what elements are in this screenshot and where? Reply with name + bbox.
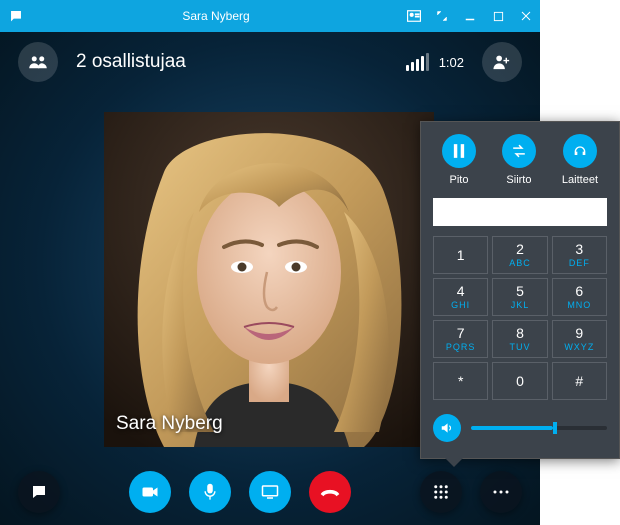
dialpad-key-5[interactable]: 5 JKL [492,278,547,316]
devices-label: Laitteet [562,174,598,186]
dialpad-grid: 1 2 ABC 3 DEF 4 GHI 5 JKL 6 MNO 7 PQRS 8 TUV 9 WXYZ * 0 # [421,236,619,400]
call-controls [0,471,540,513]
dialpad-key-num: * [458,374,463,388]
hangup-button[interactable] [309,471,351,513]
close-button[interactable] [512,0,540,32]
dialpad-key-letters: WXYZ [564,342,594,352]
dialpad-key-num: 8 [516,326,524,340]
dialpad-key-2[interactable]: 2 ABC [492,236,547,274]
dialpad-key-letters: ABC [509,258,531,268]
add-participant-button[interactable] [482,42,522,82]
window-title: Sara Nyberg [32,9,400,23]
dialpad-key-num: 9 [575,326,583,340]
chat-button[interactable] [18,471,60,513]
call-duration: 1:02 [439,55,464,70]
dialpad-key-7[interactable]: 7 PQRS [433,320,488,358]
dialpad-panel: Pito Siirto Laitteet 1 2 ABC 3 DEF 4 GHI 5 JKL 6 M… [420,121,620,459]
participants-count-label: 2 osallistujaa [76,51,186,73]
pause-icon [442,134,476,168]
share-screen-button[interactable] [249,471,291,513]
dialpad-key-9[interactable]: 9 WXYZ [552,320,607,358]
participants-button[interactable] [18,42,58,82]
video-feed: Sara Nyberg [104,112,434,447]
hold-button[interactable]: Pito [442,134,476,186]
video-toggle-button[interactable] [129,471,171,513]
dialpad-key-letters: DEF [569,258,590,268]
dialpad-input[interactable] [433,198,607,226]
dialpad-key-num: 0 [516,374,524,388]
dialpad-key-num: 7 [457,326,465,340]
window-titlebar: Sara Nyberg [0,0,540,32]
dialpad-key-0[interactable]: 0 [492,362,547,400]
volume-button[interactable] [433,414,461,442]
dialpad-key-letters: JKL [511,300,530,310]
fullscreen-icon[interactable] [428,0,456,32]
transfer-icon [502,134,536,168]
volume-slider[interactable] [471,426,607,430]
dialpad-key-num: 5 [516,284,524,298]
dialpad-key-letters: PQRS [446,342,476,352]
dialpad-key-#[interactable]: # [552,362,607,400]
dialpad-key-1[interactable]: 1 [433,236,488,274]
dialpad-key-num: # [575,374,583,388]
dialpad-key-letters: TUV [509,342,530,352]
chat-bubble-icon [0,9,32,23]
dialpad-key-6[interactable]: 6 MNO [552,278,607,316]
more-options-button[interactable] [480,471,522,513]
dialpad-key-num: 3 [575,242,583,256]
dialpad-key-num: 1 [457,248,465,262]
dialpad-key-3[interactable]: 3 DEF [552,236,607,274]
call-topbar: 2 osallistujaa 1:02 [0,32,540,92]
dialpad-key-num: 4 [457,284,465,298]
maximize-button[interactable] [484,0,512,32]
devices-button[interactable]: Laitteet [562,134,598,186]
hold-label: Pito [450,174,469,186]
transfer-label: Siirto [506,174,531,186]
dialpad-key-num: 2 [516,242,524,256]
dialpad-key-num: 6 [575,284,583,298]
dialpad-key-letters: GHI [451,300,470,310]
dialpad-key-8[interactable]: 8 TUV [492,320,547,358]
dialpad-toggle-button[interactable] [420,471,462,513]
signal-strength-icon [406,53,429,71]
dialpad-key-letters: MNO [567,300,591,310]
dialpad-key-*[interactable]: * [433,362,488,400]
minimize-button[interactable] [456,0,484,32]
caller-name-overlay: Sara Nyberg [116,413,223,435]
dialpad-key-4[interactable]: 4 GHI [433,278,488,316]
headset-icon [563,134,597,168]
transfer-button[interactable]: Siirto [502,134,536,186]
contact-card-icon[interactable] [400,0,428,32]
mute-toggle-button[interactable] [189,471,231,513]
